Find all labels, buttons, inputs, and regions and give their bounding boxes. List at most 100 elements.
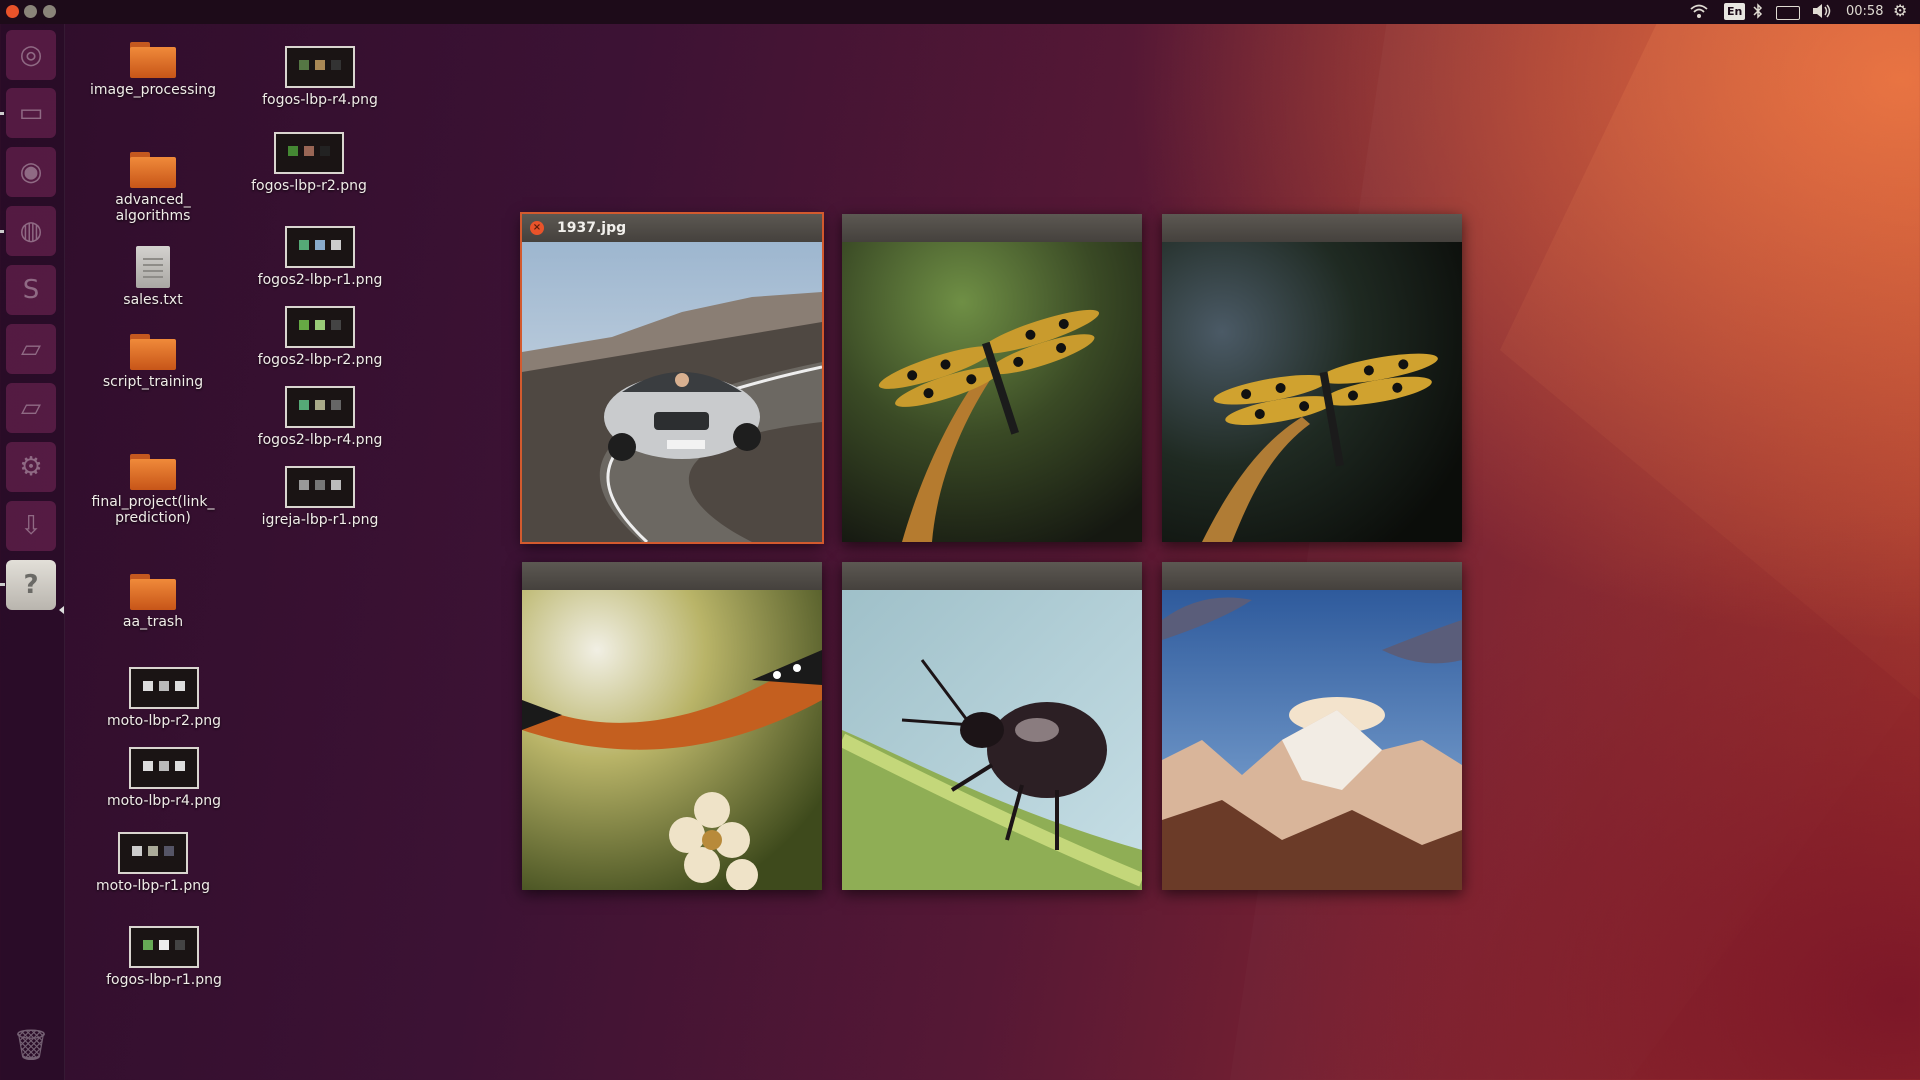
launcher-download[interactable]: ⇩ [6, 501, 56, 551]
image-thumbnail-icon [285, 466, 355, 508]
desktop-icon[interactable]: fogos-lbp-r2.png [234, 132, 384, 194]
volume-icon[interactable] [1812, 3, 1832, 21]
image-thumbnail-icon [285, 226, 355, 268]
launcher-settings[interactable]: ⚙ [6, 442, 56, 492]
desktop-icon[interactable]: aa_trash [78, 574, 228, 630]
desktop-icon[interactable]: igreja-lbp-r1.png [245, 466, 395, 528]
desktop-icon-label: fogos-lbp-r2.png [251, 178, 367, 194]
keyboard-language-indicator[interactable]: En [1724, 3, 1746, 20]
desktop-icon[interactable]: fogos2-lbp-r4.png [245, 386, 395, 448]
ubuntu-logo-icon: ◎ [19, 40, 43, 70]
writer-icon: ▱ [21, 334, 41, 364]
launcher-browser[interactable]: ◉ [6, 147, 56, 197]
desktop-icon[interactable]: fogos-lbp-r1.png [89, 926, 239, 988]
desktop-icon[interactable]: final_project(link_ prediction) [78, 454, 228, 526]
launcher-trash[interactable]: 🗑 [6, 1020, 56, 1070]
folder-icon [130, 574, 176, 610]
image-thumbnail-icon [129, 926, 199, 968]
calc-icon: ▱ [21, 393, 41, 423]
beetle-photo [842, 590, 1142, 890]
desktop-icon[interactable]: moto-lbp-r4.png [89, 747, 239, 809]
sublime-icon: S [22, 275, 40, 305]
window-titlebar [842, 214, 1142, 242]
close-button[interactable] [6, 5, 19, 18]
trash-icon: 🗑 [11, 1027, 51, 1063]
launcher-sublime[interactable]: S [6, 265, 56, 315]
window-preview-dragonfly-green[interactable] [842, 214, 1142, 542]
close-icon[interactable]: × [530, 221, 544, 235]
maximize-button[interactable] [43, 5, 56, 18]
window-preview-mountain[interactable] [1162, 562, 1462, 890]
session-gear-icon[interactable]: ⚙ [1893, 2, 1907, 20]
window-preview-beetle[interactable] [842, 562, 1142, 890]
desktop-icon[interactable]: image_processing [78, 42, 228, 98]
window-titlebar [1162, 562, 1462, 590]
butterfly-photo [522, 590, 822, 890]
desktop-icon-label: moto-lbp-r4.png [106, 793, 222, 809]
desktop-icon[interactable]: fogos2-lbp-r1.png [245, 226, 395, 288]
dragonfly-photo [1162, 242, 1462, 542]
desktop-icon[interactable]: moto-lbp-r2.png [89, 667, 239, 729]
launcher-calc[interactable]: ▱ [6, 383, 56, 433]
desktop-icon[interactable]: fogos2-lbp-r2.png [245, 306, 395, 368]
launcher-firefox[interactable]: ◍ [6, 206, 56, 256]
firefox-icon: ◍ [19, 216, 43, 246]
clock[interactable]: 00:58 [1846, 3, 1883, 21]
folder-icon [130, 152, 176, 188]
window-preview-butterfly[interactable] [522, 562, 822, 890]
desktop-icon[interactable]: sales.txt [78, 246, 228, 308]
desktop-icon[interactable]: script_training [78, 334, 228, 390]
desktop-icon-label: fogos-lbp-r4.png [262, 92, 378, 108]
desktop-icon[interactable]: moto-lbp-r1.png [78, 832, 228, 894]
desktop-icon[interactable]: advanced_ algorithms [78, 152, 228, 224]
running-pip [0, 583, 5, 586]
folder-icon [130, 334, 176, 370]
battery-icon[interactable] [1776, 6, 1800, 20]
window-titlebar [522, 562, 822, 590]
desktop-icon-label: fogos2-lbp-r1.png [257, 272, 383, 288]
image-thumbnail-icon [274, 132, 344, 174]
launcher-writer[interactable]: ▱ [6, 324, 56, 374]
desktop-icon-label: final_project(link_ prediction) [91, 494, 215, 526]
image-thumbnail-icon [285, 306, 355, 348]
settings-icon: ⚙ [19, 452, 43, 482]
image-thumbnail-icon [285, 46, 355, 88]
window-titlebar [1162, 214, 1462, 242]
download-icon: ⇩ [20, 511, 42, 541]
launcher: ◎ ▭ ◉ ◍ S ▱ ▱ ⚙ ⇩ ? 🗑 [0, 24, 65, 1080]
bluetooth-icon[interactable] [1753, 3, 1763, 21]
dash-button[interactable]: ◎ [6, 30, 56, 80]
folder-icon [130, 42, 176, 78]
window-titlebar [842, 562, 1142, 590]
window-titlebar: × 1937.jpg [522, 214, 822, 242]
desktop-icon-label: image_processing [89, 82, 217, 98]
desktop-icon-label: fogos2-lbp-r4.png [257, 432, 383, 448]
window-title: 1937.jpg [557, 220, 627, 236]
desktop-icon-label: fogos2-lbp-r2.png [257, 352, 383, 368]
dragonfly-photo [842, 242, 1142, 542]
top-panel: En 00:58 ⚙ [0, 0, 1920, 24]
help-icon: ? [23, 570, 39, 600]
desktop-icon[interactable]: fogos-lbp-r4.png [245, 46, 395, 108]
minimize-button[interactable] [24, 5, 37, 18]
desktop-icon-label: script_training [102, 374, 204, 390]
window-preview-dragonfly-dark[interactable] [1162, 214, 1462, 542]
active-arrow [59, 606, 64, 614]
desktop-icon-label: moto-lbp-r2.png [106, 713, 222, 729]
running-pip [0, 230, 4, 233]
image-thumbnail-icon [129, 747, 199, 789]
desktop-icon-label: advanced_ algorithms [115, 192, 191, 224]
mountain-photo [1162, 590, 1462, 890]
desktop-icon-label: sales.txt [123, 292, 183, 308]
desktop-icon-label: fogos-lbp-r1.png [106, 972, 222, 988]
desktop-icon-label: moto-lbp-r1.png [95, 878, 211, 894]
launcher-help[interactable]: ? [6, 560, 56, 610]
window-preview-car[interactable]: × 1937.jpg [520, 212, 824, 544]
folder-icon [130, 454, 176, 490]
wifi-icon[interactable] [1690, 3, 1708, 21]
chromium-icon: ◉ [19, 157, 43, 187]
image-thumbnail-icon [129, 667, 199, 709]
launcher-files[interactable]: ▭ [6, 88, 56, 138]
image-thumbnail-icon [118, 832, 188, 874]
files-icon: ▭ [18, 98, 44, 128]
